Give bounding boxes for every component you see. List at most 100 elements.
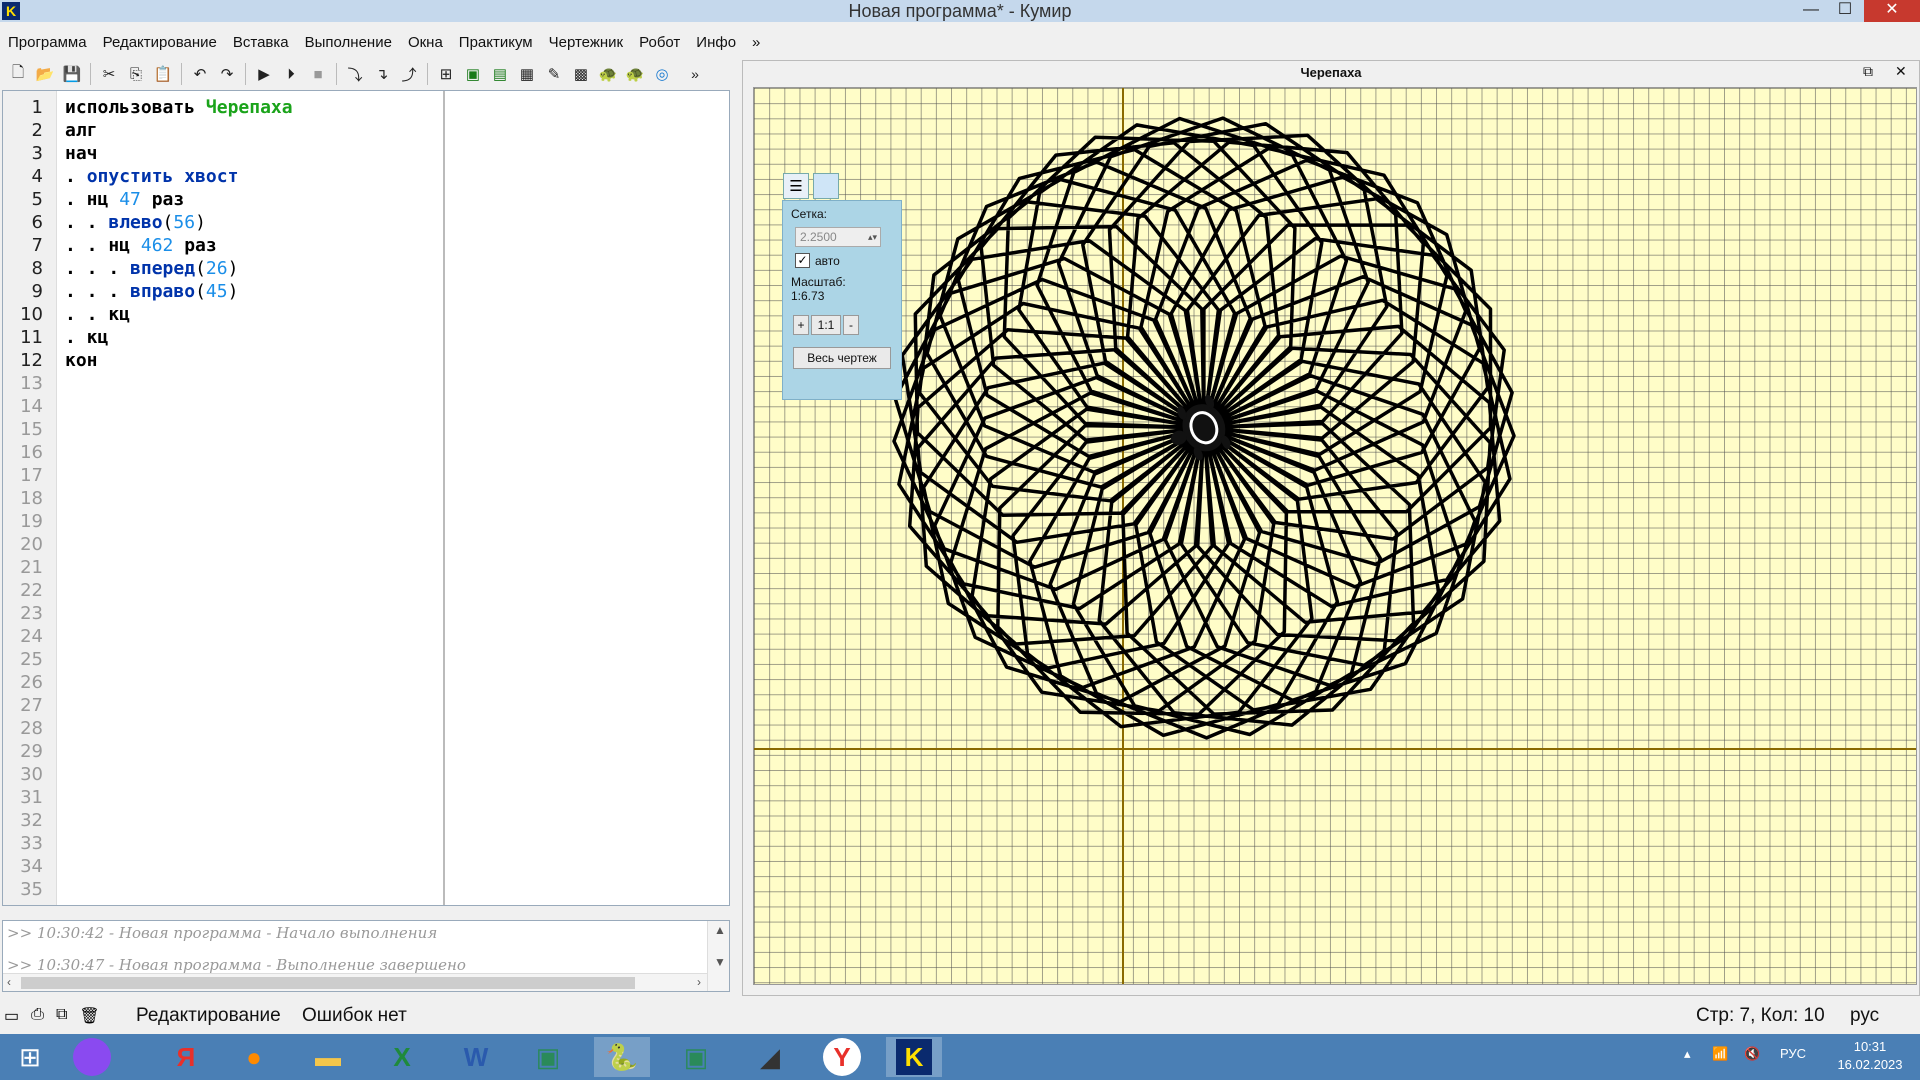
painter-icon[interactable]: ✎ (542, 62, 566, 86)
paste-icon[interactable]: 📋 (151, 62, 175, 86)
output-console[interactable]: >> 10:30:42 - Новая программа - Начало в… (2, 920, 730, 992)
tray-language[interactable]: РУС (1780, 1046, 1806, 1061)
code-token: ( (195, 258, 206, 279)
horizontal-scrollbar[interactable]: ‹ › (3, 973, 707, 991)
windows-start-icon[interactable]: ⊞ (2, 1037, 58, 1077)
python-icon[interactable]: 🐍 (594, 1037, 650, 1077)
app-green-2-icon[interactable]: ▣ (668, 1037, 724, 1077)
variables-icon[interactable]: ⊞ (434, 62, 458, 86)
menu-more[interactable]: » (752, 34, 760, 51)
vertical-scrollbar[interactable]: ▲ ▼ (707, 921, 729, 991)
kumir-taskbar-icon[interactable]: K (886, 1037, 942, 1077)
yandex-browser-icon[interactable]: Я (158, 1037, 214, 1077)
alice-icon[interactable] (64, 1037, 120, 1077)
new-file-icon[interactable]: 🗋 (6, 62, 30, 86)
robot-panel-icon[interactable]: ▣ (461, 62, 485, 86)
code-editor[interactable]: 1 2 3 4 5 6 7 8 9 10 11 12 13 14 15 16 17 18 19 20 21 22 23 24 2… (2, 90, 730, 906)
image-icon[interactable]: ▩ (569, 62, 593, 86)
network-icon[interactable]: 📶 (1712, 1046, 1728, 1062)
turtle-alt-icon[interactable]: 🐢 (623, 62, 647, 86)
yandex-icon[interactable]: Y (814, 1037, 870, 1077)
errors-status: Ошибок нет (302, 1005, 407, 1026)
menu-insert[interactable]: Вставка (233, 34, 289, 51)
grid-icon[interactable]: ▦ (515, 62, 539, 86)
redo-icon[interactable]: ↷ (215, 62, 239, 86)
water-icon[interactable]: ◎ (650, 62, 674, 86)
windows-taskbar: ⊞ Я ● ▬ X W ▣ 🐍 ▣ ◢ Y K ▴ 📶 🔇 РУС 10:31 … (0, 1034, 1920, 1080)
undo-icon[interactable]: ↶ (188, 62, 212, 86)
scroll-down-icon[interactable]: ▼ (714, 955, 726, 969)
code-line[interactable]: . . . вправо(45) (65, 280, 451, 303)
file-explorer-icon[interactable]: ▬ (300, 1037, 356, 1077)
scrollbar-thumb[interactable] (21, 977, 635, 989)
code-line[interactable]: нач (65, 142, 451, 165)
menu-windows[interactable]: Окна (408, 34, 443, 51)
code-line[interactable]: . . нц 462 раз (65, 234, 451, 257)
volume-icon[interactable]: 🔇 (1744, 1046, 1760, 1062)
step-over-icon[interactable]: ↴ (370, 62, 394, 86)
cut-icon[interactable]: ✂ (97, 62, 121, 86)
keyboard-language[interactable]: рус (1850, 1005, 1879, 1027)
copy-icon[interactable]: ⎘ (124, 62, 148, 86)
code-line[interactable]: кон (65, 349, 451, 372)
zoom-reset-button[interactable]: 1:1 (811, 315, 841, 335)
undock-icon[interactable]: ⧉ (1863, 63, 1873, 80)
close-turtle-icon[interactable]: ✕ (1895, 63, 1907, 80)
step-into-icon[interactable]: ⤵ (343, 62, 367, 86)
code-line[interactable]: использовать Черепаха (65, 96, 451, 119)
code-line[interactable]: . нц 47 раз (65, 188, 451, 211)
excel-icon[interactable]: X (374, 1037, 430, 1077)
firefox-icon[interactable]: ● (226, 1037, 282, 1077)
panel-menu-icon[interactable]: ☰ (783, 173, 809, 199)
tray-expand-icon[interactable]: ▴ (1684, 1046, 1691, 1062)
code-line[interactable]: . опустить хвост (65, 165, 451, 188)
clear-output-icon[interactable]: 🗑 (79, 1006, 99, 1026)
grid-spinbox[interactable]: 2.2500 ▴▾ (795, 227, 881, 247)
app-green-icon[interactable]: ▣ (520, 1037, 576, 1077)
stop-icon[interactable]: ■ (306, 62, 330, 86)
step-out-icon[interactable]: ⤴ (397, 62, 421, 86)
spin-arrows-icon[interactable]: ▴▾ (868, 228, 877, 246)
open-folder-icon[interactable]: 📂 (33, 62, 57, 86)
menu-info[interactable]: Инфо (696, 34, 736, 51)
code-line[interactable]: . . влево(56) (65, 211, 451, 234)
scroll-left-icon[interactable]: ‹ (7, 975, 11, 989)
menu-run[interactable]: Выполнение (305, 34, 392, 51)
menu-drawer[interactable]: Чертежник (549, 34, 624, 51)
console-icon[interactable]: ▭ (4, 1006, 19, 1026)
turtle-canvas[interactable]: ☰ Сетка: 2.2500 ▴▾ ✓ авто Масштаб: 1:6.7… (753, 87, 1917, 985)
drawer-panel-icon[interactable]: ▤ (488, 62, 512, 86)
step-run-icon[interactable]: ⏵ (279, 62, 303, 86)
scroll-up-icon[interactable]: ▲ (714, 923, 726, 937)
code-line[interactable]: . кц (65, 326, 451, 349)
toolbar-separator (90, 63, 91, 85)
run-icon[interactable]: ▶ (252, 62, 276, 86)
line-number: 33 (20, 833, 43, 854)
code-line[interactable]: алг (65, 119, 451, 142)
toolbar-more-button[interactable]: » (683, 62, 707, 86)
line-number: 9 (31, 281, 43, 302)
code-area[interactable]: использовать Черепаха алг нач. опустить хв… (57, 91, 445, 905)
save-icon[interactable]: 💾 (60, 62, 84, 86)
menu-practicum[interactable]: Практикум (459, 34, 533, 51)
scroll-right-icon[interactable]: › (697, 975, 701, 989)
menu-program[interactable]: Программа (8, 34, 87, 51)
code-token: опустить хвост (86, 166, 239, 187)
scale-label: Масштаб: (791, 275, 846, 289)
panel-toggle-button[interactable] (813, 173, 839, 199)
code-line[interactable]: . . . вперед(26) (65, 257, 451, 280)
print-icon[interactable]: ⎙ (31, 1006, 44, 1026)
menu-edit[interactable]: Редактирование (103, 34, 217, 51)
clock[interactable]: 10:31 16.02.2023 (1830, 1038, 1910, 1074)
word-icon[interactable]: W (448, 1037, 504, 1077)
close-button[interactable]: ✕ (1864, 0, 1920, 22)
zoom-in-button[interactable]: + (793, 315, 809, 335)
scanner-icon[interactable]: ◢ (742, 1037, 798, 1077)
copy-output-icon[interactable]: ⧉ (56, 1006, 67, 1026)
turtle-icon[interactable]: 🐢 (596, 62, 620, 86)
auto-checkbox[interactable]: ✓ (795, 253, 810, 268)
whole-drawing-button[interactable]: Весь чертеж (793, 347, 891, 369)
code-line[interactable]: . . кц (65, 303, 451, 326)
menu-robot[interactable]: Робот (639, 34, 680, 51)
zoom-out-button[interactable]: - (843, 315, 859, 335)
